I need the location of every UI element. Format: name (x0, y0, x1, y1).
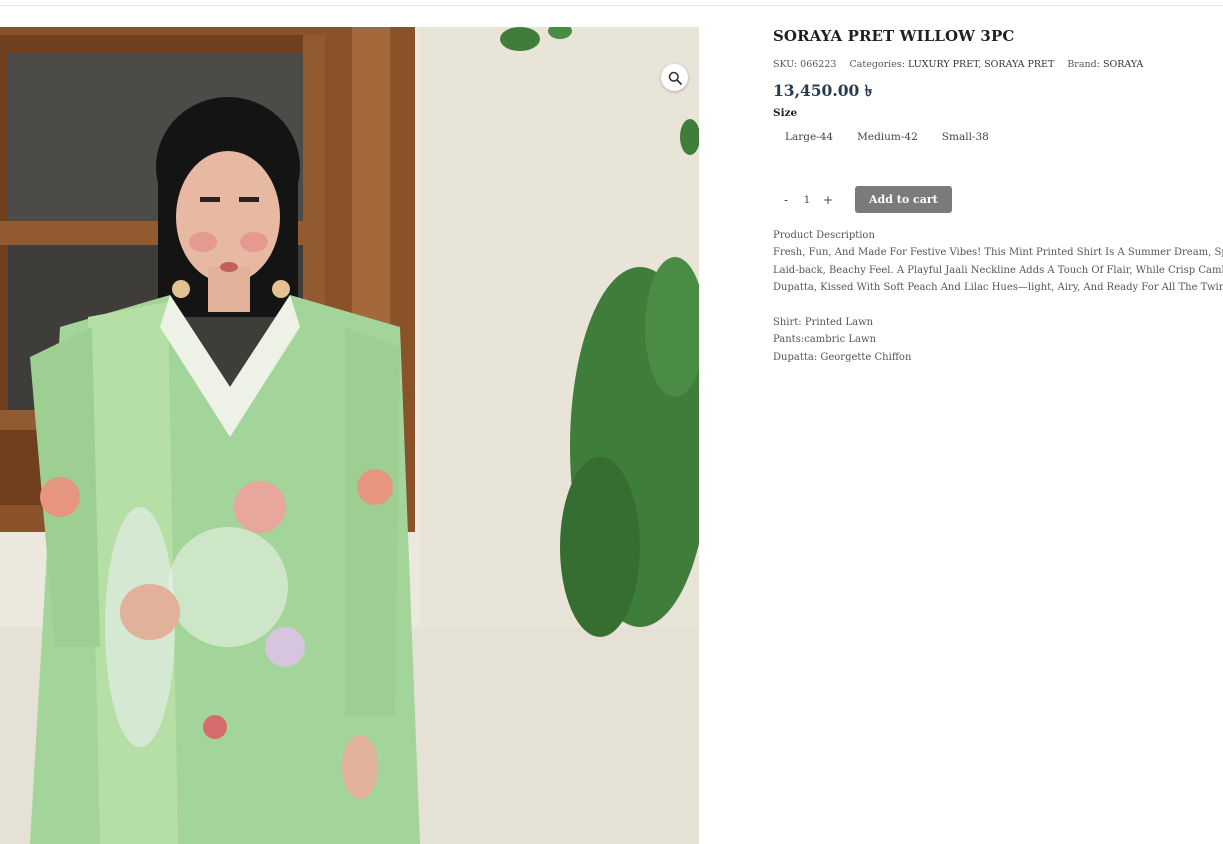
add-to-cart-form: - + Add to cart (773, 186, 1223, 213)
product-title: SORAYA PRET WILLOW 3PC (773, 27, 1015, 45)
product-description: Product Description Fresh, Fun, And Made… (773, 227, 1223, 366)
sku-label: SKU: (773, 59, 798, 70)
product-price: 13,450.00 ৳ (773, 81, 873, 100)
quantity-input[interactable] (799, 188, 815, 211)
brand-label: Brand: (1067, 59, 1100, 70)
product-meta: SKU: 066223 Categories: LUXURY PRET, SOR… (773, 58, 1223, 72)
description-line: Dupatta, Kissed With Soft Peach And Lila… (773, 281, 1223, 293)
fabric-specs: Shirt: Printed Lawn Pants:cambric Lawn D… (773, 314, 1223, 366)
zoom-button[interactable] (661, 64, 688, 91)
brand-wrapper: Brand: SORAYA (1067, 59, 1143, 70)
quantity-increase-button[interactable]: + (815, 187, 841, 213)
quantity-decrease-button[interactable]: - (773, 187, 799, 213)
spec-dupatta: Dupatta: Georgette Chiffon (773, 351, 912, 363)
categories-wrapper: Categories: LUXURY PRET, SORAYA PRET (849, 59, 1055, 70)
description-line: Fresh, Fun, And Made For Festive Vibes! … (773, 247, 1223, 259)
category-link-soraya-pret[interactable]: SORAYA PRET (984, 59, 1054, 70)
category-link-luxury-pret[interactable]: LUXURY PRET (908, 59, 978, 70)
magnifier-icon (668, 71, 682, 85)
add-to-cart-button[interactable]: Add to cart (855, 186, 952, 213)
header-divider (0, 5, 1223, 6)
description-heading: Product Description (773, 230, 875, 241)
product-photo (0, 27, 699, 844)
description-line: Laid-back, Beachy Feel. A Playful Jaali … (773, 264, 1223, 276)
size-options: Large-44 Medium-42 Small-38 (773, 128, 1223, 146)
size-option-large[interactable]: Large-44 (773, 128, 845, 146)
product-summary: SORAYA PRET WILLOW 3PC SKU: 066223 Categ… (773, 24, 1223, 366)
size-option-medium[interactable]: Medium-42 (845, 128, 930, 146)
product-image[interactable] (0, 27, 699, 844)
size-option-small[interactable]: Small-38 (930, 128, 1001, 146)
spec-pants: Pants:cambric Lawn (773, 334, 877, 346)
sku-value: 066223 (800, 59, 837, 70)
categories-label: Categories: (849, 59, 905, 70)
sku-wrapper: SKU: 066223 (773, 59, 839, 70)
size-label: Size (773, 107, 798, 119)
spec-shirt: Shirt: Printed Lawn (773, 317, 874, 329)
brand-link[interactable]: SORAYA (1103, 59, 1143, 70)
